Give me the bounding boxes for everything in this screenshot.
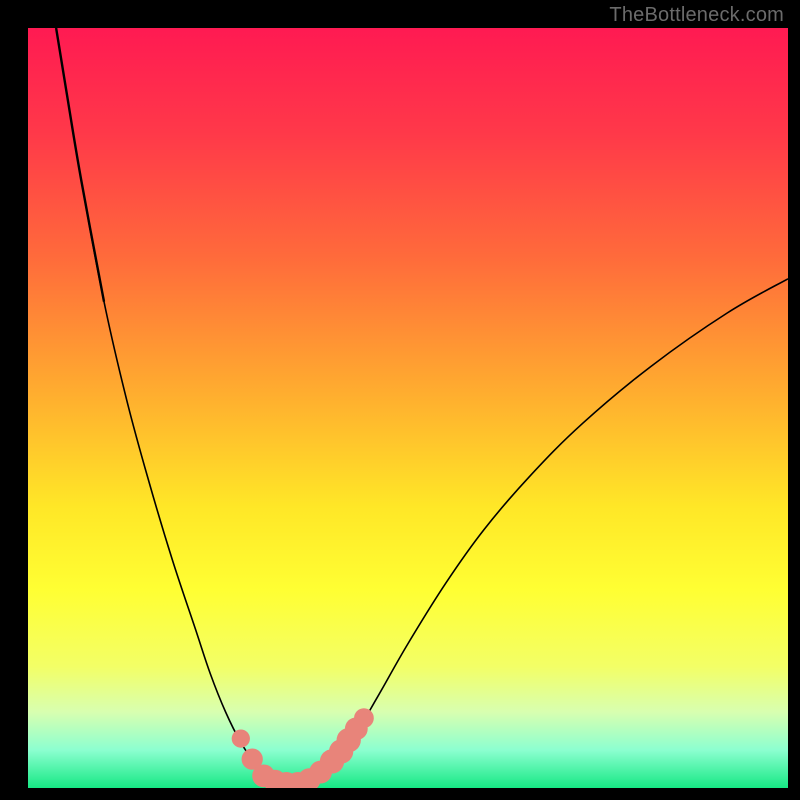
- marker-group: [232, 708, 374, 788]
- curve-marker: [232, 729, 250, 747]
- curve-layer: [28, 28, 788, 788]
- curve-marker: [354, 708, 374, 728]
- watermark-label: TheBottleneck.com: [609, 4, 784, 27]
- chart-frame: TheBottleneck.com: [0, 0, 800, 800]
- plot-area: [28, 28, 788, 788]
- bottleneck-curve: [56, 28, 788, 784]
